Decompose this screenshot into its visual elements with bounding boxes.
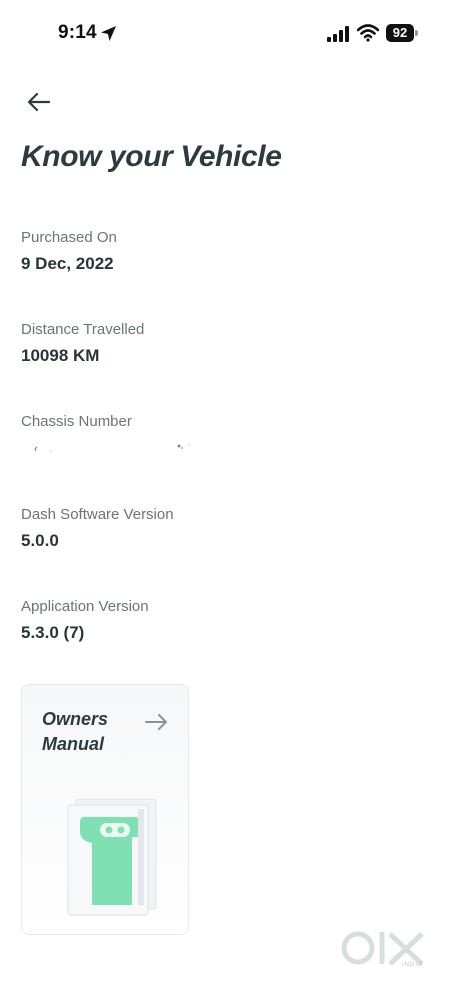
back-arrow-icon (27, 92, 51, 112)
wifi-icon (357, 24, 379, 42)
field-value: 5.3.0 (7) (21, 623, 85, 642)
field-label: Dash Software Version (21, 506, 174, 523)
field-value: 10098 KM (21, 346, 100, 365)
field-value: 9 Dec, 2022 (21, 254, 114, 273)
page-title: Know your Vehicle (21, 140, 282, 173)
field-chassis-number: Chassis Number (21, 413, 132, 438)
manual-book-illustration (67, 798, 157, 916)
field-distance-travelled: Distance Travelled 10098 KM (21, 321, 144, 366)
field-label: Chassis Number (21, 413, 132, 430)
location-arrow-icon (101, 26, 116, 41)
owners-manual-line1: Owners (42, 709, 109, 729)
status-time: 9:14 (58, 22, 97, 43)
battery-icon: 92 (386, 24, 414, 42)
arrow-right-icon (145, 714, 167, 730)
battery-tip (415, 30, 418, 36)
olx-watermark-subtext: INDIA (402, 962, 424, 968)
field-application-version: Application Version 5.3.0 (7) (21, 598, 149, 643)
battery-level: 92 (392, 25, 408, 40)
redacted-chassis-value (34, 444, 190, 452)
field-purchased-on: Purchased On 9 Dec, 2022 (21, 229, 117, 274)
status-bar: 9:14 92 (0, 0, 461, 62)
cellular-signal-icon (327, 26, 349, 42)
field-label: Distance Travelled (21, 321, 145, 338)
owners-manual-card[interactable]: Owners Manual (21, 684, 189, 935)
back-button[interactable] (24, 88, 58, 116)
field-label: Purchased On (21, 229, 117, 246)
owners-manual-title: Owners Manual (42, 707, 142, 757)
field-dash-software-version: Dash Software Version 5.0.0 (21, 506, 174, 551)
owners-manual-line2: Manual (42, 734, 105, 754)
field-value: 5.0.0 (21, 531, 59, 550)
field-label: Application Version (21, 598, 149, 615)
